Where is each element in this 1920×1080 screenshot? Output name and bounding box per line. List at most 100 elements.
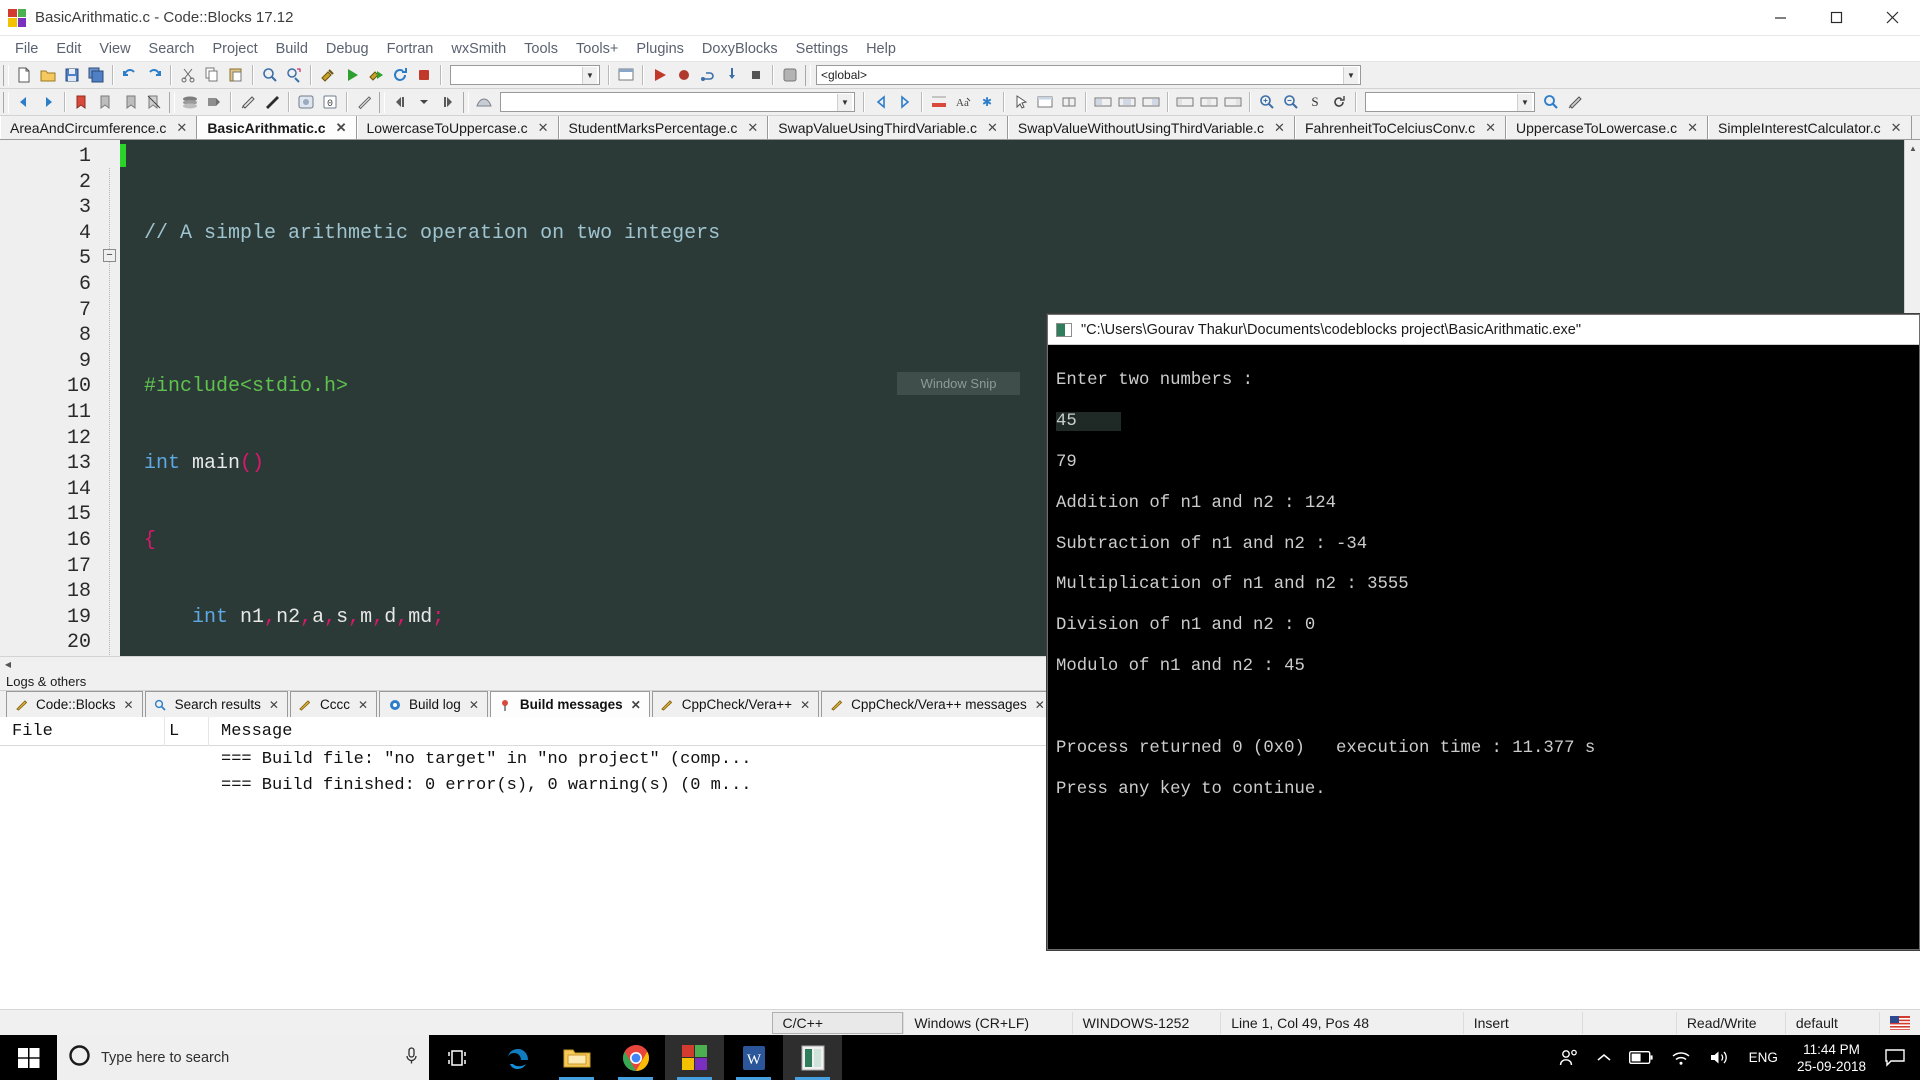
toolbar-grip[interactable] [169,92,175,113]
doxyblocks-wizard-icon[interactable] [352,91,376,114]
search-prev-icon[interactable] [869,91,893,114]
redo-icon[interactable] [142,64,166,87]
debug-step-into-icon[interactable] [720,64,744,87]
scroll-left-icon[interactable]: ◀ [0,657,16,673]
wxsmith-grow1-icon[interactable] [1173,91,1197,114]
clock[interactable]: 11:44 PM 25-09-2018 [1787,1035,1876,1080]
log-tab-build-messages[interactable]: Build messages ✕ [490,691,650,717]
search-next-icon[interactable] [893,91,917,114]
highlight-occurrences-icon[interactable] [927,91,951,114]
editor-tab-lowercasetouppercase[interactable]: LowercaseToUppercase.c ✕ [357,116,559,139]
close-icon[interactable]: ✕ [469,698,479,712]
editor-tab-studentmarkspercentage[interactable]: StudentMarksPercentage.c ✕ [559,116,769,139]
build-icon[interactable] [316,64,340,87]
battery-icon[interactable] [1620,1035,1662,1080]
wxsmith-panel-icon[interactable] [1033,91,1057,114]
action-center-icon[interactable] [1876,1035,1914,1080]
windows-start-icon[interactable] [0,1035,57,1080]
close-icon[interactable]: ✕ [336,120,347,136]
log-tab-cccc[interactable]: Cccc ✕ [290,691,377,717]
wxsmith-grow2-icon[interactable] [1197,91,1221,114]
doxyblocks-settings-icon[interactable] [294,91,318,114]
close-icon[interactable]: ✕ [631,698,641,712]
open-file-icon[interactable] [36,64,60,87]
previous-bookmark-icon[interactable] [94,91,118,114]
people-icon[interactable] [1550,1035,1588,1080]
cut-icon[interactable] [176,64,200,87]
menu-tools[interactable]: Tools [515,39,567,59]
menu-plugins[interactable]: Plugins [627,39,693,59]
editor-tab-simpleinterestcalculator[interactable]: SimpleInterestCalculator.c ✕ [1708,116,1912,139]
microphone-icon[interactable] [404,1047,419,1069]
menu-tools-plus[interactable]: Tools+ [567,39,627,59]
refresh-icon[interactable] [1327,91,1351,114]
close-button[interactable] [1864,0,1920,36]
debug-window-icon[interactable] [614,64,638,87]
close-icon[interactable]: ✕ [538,120,549,136]
close-icon[interactable]: ✕ [358,698,368,712]
close-icon[interactable]: ✕ [1274,120,1285,136]
goto-symbol-input[interactable]: ▼ [1365,92,1535,112]
menu-wxsmith[interactable]: wxSmith [442,39,515,59]
rebuild-icon[interactable] [388,64,412,87]
symbol-icon[interactable]: S [1303,91,1327,114]
editor-tab-swapvalueusingthirdvariable[interactable]: SwapValueUsingThirdVariable.c ✕ [768,116,1008,139]
wxsmith-align-icon[interactable] [1057,91,1081,114]
wxsmith-box2-icon[interactable] [1115,91,1139,114]
close-icon[interactable]: ✕ [124,698,134,712]
fortran-dropdown-icon[interactable] [412,91,436,114]
menu-file[interactable]: File [6,39,47,59]
status-language[interactable]: C/C++ [772,1012,904,1034]
editor-tab-fahrenheittocelciusconv[interactable]: FahrenheitToCelciusConv.c ✕ [1295,116,1506,139]
toolbar-grip[interactable] [379,92,385,113]
undo-icon[interactable] [118,64,142,87]
compiler-logs-icon[interactable] [178,91,202,114]
menu-view[interactable]: View [90,39,139,59]
debug-stop-icon[interactable] [744,64,768,87]
language-indicator[interactable]: ENG [1740,1035,1787,1080]
forward-nav-icon[interactable] [36,91,60,114]
abort-icon[interactable] [412,64,436,87]
close-icon[interactable]: ✕ [1485,120,1496,136]
doxyblocks-comment-icon[interactable] [236,91,260,114]
fortran-jump-icon[interactable] [388,91,412,114]
zoom-in-icon[interactable] [1255,91,1279,114]
codeblocks-icon[interactable] [665,1035,724,1080]
menu-build[interactable]: Build [267,39,317,59]
wxsmith-grow3-icon[interactable] [1221,91,1245,114]
wxsmith-box3-icon[interactable] [1139,91,1163,114]
close-icon[interactable]: ✕ [269,698,279,712]
debug-stop-all-icon[interactable] [778,64,802,87]
fortran-forward-icon[interactable] [436,91,460,114]
close-icon[interactable]: ✕ [747,120,758,136]
wxsmith-box1-icon[interactable] [1091,91,1115,114]
menu-project[interactable]: Project [204,39,267,59]
close-icon[interactable]: ✕ [176,120,187,136]
minimize-button[interactable] [1752,0,1808,36]
replace-icon[interactable] [282,64,306,87]
close-icon[interactable]: ✕ [1035,698,1045,712]
clear-bookmarks-icon[interactable] [142,91,166,114]
log-tab-cppcheck-vera[interactable]: CppCheck/Vera++ ✕ [652,691,819,717]
editor-tab-uppercasetolowercase[interactable]: UppercaseToLowercase.c ✕ [1506,116,1708,139]
scroll-up-icon[interactable]: ▲ [1905,140,1920,156]
column-header-line[interactable]: L [165,717,209,746]
menu-doxyblocks[interactable]: DoxyBlocks [693,39,787,59]
log-tab-codeblocks[interactable]: Code::Blocks ✕ [6,691,143,717]
editor-tab-areaandcircumference[interactable]: AreaAndCircumference.c ✕ [0,116,197,139]
insert-snippet-icon[interactable]: Aa [951,91,975,114]
file-explorer-icon[interactable] [547,1035,606,1080]
paste-icon[interactable] [224,64,248,87]
toolbar-grip[interactable] [463,92,469,113]
menu-edit[interactable]: Edit [47,39,90,59]
fold-toggle-icon[interactable]: − [103,249,116,262]
log-tab-cppcheck-vera-messages[interactable]: CppCheck/Vera++ messages ✕ [821,691,1054,717]
search-input[interactable]: Type here to search [57,1035,429,1080]
debug-run-icon[interactable] [648,64,672,87]
goto-search-icon[interactable] [1539,91,1563,114]
scope-selector-combo[interactable]: <global> ▼ [816,65,1361,85]
chevron-down-icon[interactable]: ▼ [837,94,852,111]
volume-icon[interactable] [1700,1035,1740,1080]
close-icon[interactable]: ✕ [1687,120,1698,136]
wifi-icon[interactable] [1662,1035,1700,1080]
